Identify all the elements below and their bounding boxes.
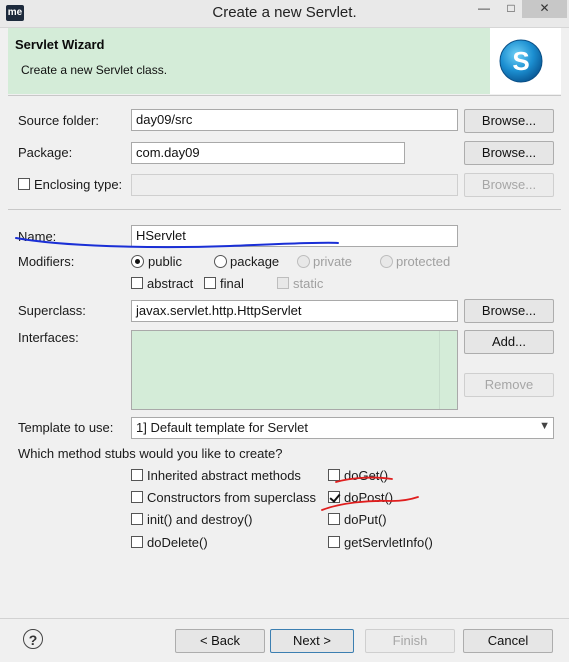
logo-letter: S: [512, 46, 529, 76]
package-browse-button[interactable]: Browse...: [464, 141, 554, 165]
stub-doput-label: doPut(): [344, 512, 387, 527]
source-folder-browse-button[interactable]: Browse...: [464, 109, 554, 133]
modifiers-label: Modifiers:: [18, 254, 75, 269]
package-input[interactable]: com.day09: [131, 142, 405, 164]
modifier-final-label: final: [220, 276, 244, 291]
stub-dopost-checkbox[interactable]: [328, 491, 340, 503]
superclass-input[interactable]: javax.servlet.http.HttpServlet: [131, 300, 458, 322]
enclosing-type-label: Enclosing type:: [34, 177, 123, 192]
superclass-browse-button[interactable]: Browse...: [464, 299, 554, 323]
interfaces-scrollbar[interactable]: [439, 331, 457, 409]
enclosing-type-input[interactable]: [131, 174, 458, 196]
modifier-private-label: private: [313, 254, 353, 269]
stub-inherited-abstract-checkbox[interactable]: [131, 469, 143, 481]
next-button[interactable]: Next >: [270, 629, 354, 653]
modifier-abstract-label: abstract: [147, 276, 194, 291]
add-interface-button[interactable]: Add...: [464, 330, 554, 354]
finish-button[interactable]: Finish: [365, 629, 455, 653]
stub-init-destroy-label: init() and destroy(): [147, 512, 253, 527]
stub-getservletinfo-label: getServletInfo(): [344, 535, 433, 550]
enclosing-type-browse-button[interactable]: Browse...: [464, 173, 554, 197]
name-label: Name:: [18, 229, 57, 244]
stub-dopost-label: doPost(): [344, 490, 394, 505]
banner-separator: [8, 95, 561, 96]
modifier-final-checkbox[interactable]: [204, 277, 216, 289]
help-icon[interactable]: ?: [23, 629, 43, 649]
close-button[interactable]: ✕: [522, 0, 567, 18]
stub-dodelete-checkbox[interactable]: [131, 536, 143, 548]
wizard-banner: Servlet Wizard Create a new Servlet clas…: [8, 28, 561, 94]
stub-doget-checkbox[interactable]: [328, 469, 340, 481]
section-separator: [8, 209, 561, 210]
wizard-window: me Create a new Servlet. — □ ✕ Servlet W…: [0, 0, 569, 662]
stub-inherited-abstract-label: Inherited abstract methods: [147, 468, 301, 483]
package-label: Package:: [18, 145, 73, 160]
title-bar: me Create a new Servlet. — □ ✕: [0, 0, 569, 28]
modifier-private-radio[interactable]: [297, 255, 310, 268]
stub-doget-label: doGet(): [344, 468, 389, 483]
back-button[interactable]: < Back: [175, 629, 265, 653]
modifier-abstract-checkbox[interactable]: [131, 277, 143, 289]
superclass-label: Superclass:: [18, 303, 86, 318]
maximize-button[interactable]: □: [500, 0, 522, 18]
method-stubs-question: Which method stubs would you like to cre…: [18, 446, 283, 461]
chevron-down-icon: ▼: [539, 420, 550, 432]
stub-doput-checkbox[interactable]: [328, 513, 340, 525]
stub-constructors-label: Constructors from superclass: [147, 490, 317, 505]
stub-constructors-checkbox[interactable]: [131, 491, 143, 503]
banner-description: Create a new Servlet class.: [21, 63, 168, 77]
source-folder-input[interactable]: day09/src: [131, 109, 458, 131]
stub-init-destroy-checkbox[interactable]: [131, 513, 143, 525]
modifier-public-radio[interactable]: [131, 255, 144, 268]
template-label: Template to use:: [18, 420, 114, 435]
modifier-static-label: static: [293, 276, 324, 291]
footer-separator: [0, 618, 569, 619]
modifier-protected-label: protected: [396, 254, 451, 269]
enclosing-type-checkbox[interactable]: [18, 178, 30, 190]
remove-interface-button[interactable]: Remove: [464, 373, 554, 397]
banner-title: Servlet Wizard: [15, 37, 105, 52]
stub-getservletinfo-checkbox[interactable]: [328, 536, 340, 548]
modifier-public-label: public: [148, 254, 182, 269]
cancel-button[interactable]: Cancel: [463, 629, 553, 653]
modifier-package-label: package: [230, 254, 280, 269]
template-select[interactable]: 1] Default template for Servlet ▼: [131, 417, 554, 439]
stub-dodelete-label: doDelete(): [147, 535, 208, 550]
minimize-button[interactable]: —: [470, 0, 498, 18]
name-input[interactable]: HServlet: [131, 225, 458, 247]
interfaces-list[interactable]: [131, 330, 458, 410]
modifier-static-checkbox[interactable]: [277, 277, 289, 289]
interfaces-label: Interfaces:: [18, 330, 79, 345]
source-folder-label: Source folder:: [18, 113, 99, 128]
servlet-logo-icon: S: [499, 39, 543, 83]
modifier-protected-radio[interactable]: [380, 255, 393, 268]
template-selected-value: 1] Default template for Servlet: [136, 420, 308, 435]
modifier-package-radio[interactable]: [214, 255, 227, 268]
